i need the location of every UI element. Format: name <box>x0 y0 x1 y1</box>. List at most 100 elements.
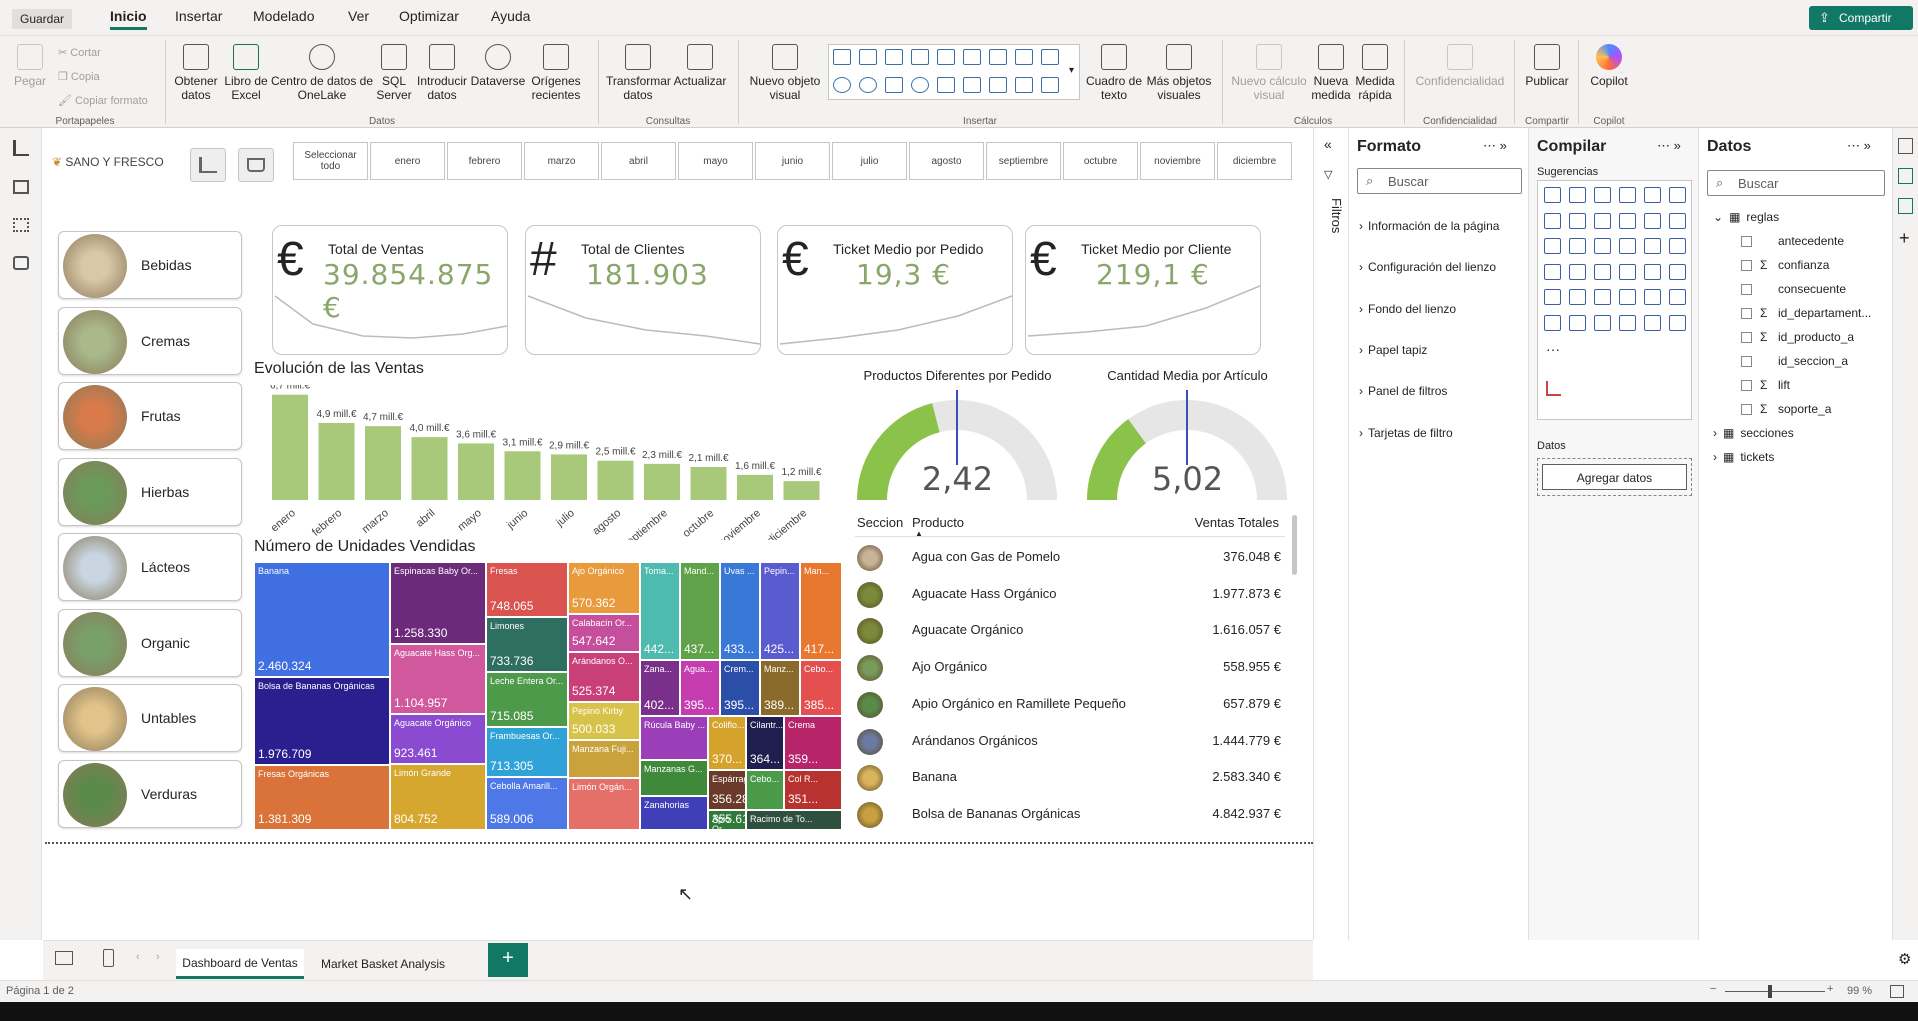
enter-data-button[interactable]: Introducir datos <box>414 44 470 102</box>
menu-optimizar[interactable]: Optimizar <box>399 8 459 24</box>
table-row[interactable]: Banana 2.583.340 € <box>855 760 1283 796</box>
column-icon[interactable] <box>1569 187 1586 203</box>
col-header-section[interactable]: Seccion <box>857 515 903 530</box>
get-visual-icon[interactable] <box>1546 381 1561 396</box>
field-row[interactable]: Σconfianza <box>1741 258 1829 272</box>
sales-bar[interactable] <box>504 451 541 500</box>
slicer-icon[interactable] <box>1544 289 1561 305</box>
treemap-tile[interactable]: Apio Or...355.610 <box>708 810 746 830</box>
zoom-slider[interactable] <box>1725 991 1825 992</box>
chart-nav-button[interactable] <box>190 148 226 182</box>
treemap-tile[interactable]: Banana 2.460.324 <box>254 562 390 677</box>
field-row[interactable]: Σsoporte_a <box>1741 402 1831 416</box>
sales-bar[interactable] <box>365 426 401 500</box>
waterfall-icon[interactable] <box>1644 212 1661 229</box>
clustered-column-icon[interactable] <box>1619 187 1636 203</box>
checkbox[interactable] <box>1741 404 1752 416</box>
copy-button[interactable]: ❐ Copia <box>58 65 148 89</box>
share-button[interactable]: ⇪ Compartir <box>1809 6 1913 30</box>
sales-bar[interactable] <box>737 474 773 500</box>
table-view-icon[interactable] <box>13 180 29 194</box>
next-page-icon[interactable]: › <box>156 951 160 963</box>
treemap-tile[interactable]: Fresas Orgánicas 1.381.309 <box>254 765 390 830</box>
category-button[interactable]: Untables <box>58 684 242 752</box>
menu-ver[interactable]: Ver <box>348 8 369 24</box>
checkbox[interactable] <box>1741 260 1752 272</box>
card-icon[interactable] <box>1619 263 1636 280</box>
sales-bar[interactable] <box>597 460 634 500</box>
format-painter-button[interactable]: 🖌 Copiar formato <box>58 89 148 113</box>
checkbox[interactable] <box>1741 308 1752 320</box>
pie-icon[interactable] <box>1569 238 1586 254</box>
paginated-icon[interactable] <box>1619 314 1636 331</box>
month-button[interactable]: febrero <box>447 142 522 180</box>
checkbox[interactable] <box>1741 332 1752 344</box>
format-section[interactable]: › Fondo del lienzo <box>1359 302 1456 316</box>
key-influencers-icon[interactable] <box>1669 289 1686 305</box>
format-section[interactable]: › Configuración del lienzo <box>1359 260 1496 274</box>
pie-chart-icon[interactable] <box>833 77 851 93</box>
refresh-button[interactable]: Actualizar <box>672 44 728 88</box>
treemap-tile[interactable]: Ajo Orgánico 570.362 <box>568 562 640 614</box>
treemap-tile[interactable]: Zana... 402... <box>640 660 680 716</box>
menu-insertar[interactable]: Insertar <box>175 8 222 24</box>
gauge-icon[interactable] <box>1594 263 1611 280</box>
category-button[interactable]: Verduras <box>58 759 242 828</box>
qa-icon[interactable] <box>1569 314 1586 331</box>
stacked-bar-icon[interactable] <box>1544 187 1561 203</box>
sales-bar[interactable] <box>644 463 680 500</box>
zoom-slider-thumb[interactable] <box>1768 985 1772 998</box>
sales-bar[interactable] <box>458 443 494 500</box>
treemap-tile[interactable]: Racimo de To... <box>746 810 842 830</box>
multirow-card-icon[interactable] <box>989 77 1007 93</box>
textbox-button[interactable]: Cuadro de texto <box>1084 44 1144 102</box>
treemap-tile[interactable]: Manzanas G... <box>640 760 708 796</box>
table-row[interactable]: Apio Orgánico en Ramillete Pequeño 657.87… <box>855 687 1283 723</box>
units-treemap[interactable]: Banana 2.460.324 Bolsa de Bananas Orgánica… <box>254 562 842 830</box>
table-icon[interactable] <box>1569 289 1586 305</box>
month-button[interactable]: marzo <box>524 142 599 180</box>
treemap-tile[interactable]: Calabacín Or... 547.642 <box>568 614 640 652</box>
treemap-tile[interactable]: Aguacate Orgánico 923.461 <box>390 714 486 764</box>
col-header-sales[interactable]: Ventas Totales <box>1195 515 1279 530</box>
transform-data-button[interactable]: Transformar datos <box>606 44 671 102</box>
sales-bar[interactable] <box>272 394 308 500</box>
filters-pane-collapsed[interactable]: « ▽ Filtros <box>1313 128 1347 940</box>
month-button[interactable]: octubre <box>1063 142 1138 180</box>
treemap-tile[interactable]: Agua... 395... <box>680 660 720 716</box>
model-view-icon[interactable] <box>13 218 29 232</box>
scatter-icon[interactable] <box>1544 238 1561 254</box>
treemap-icon[interactable] <box>885 77 903 93</box>
menu-inicio[interactable]: Inicio <box>110 8 147 30</box>
add-data-button[interactable]: Agregar datos <box>1542 464 1687 490</box>
month-button[interactable]: abril <box>601 142 676 180</box>
checkbox[interactable] <box>1741 380 1752 392</box>
more-options-icon[interactable]: ⋯ » <box>1483 138 1507 154</box>
format-section[interactable]: › Papel tapiz <box>1359 343 1427 357</box>
month-button[interactable]: diciembre <box>1217 142 1292 180</box>
table-scrollbar[interactable] <box>1292 515 1297 575</box>
more-options-icon[interactable]: ⋯ » <box>1847 138 1871 154</box>
line-icon[interactable] <box>1544 212 1561 229</box>
treemap-tile[interactable]: Limón Grande 804.752 <box>390 764 486 830</box>
sales-bar[interactable] <box>783 481 820 500</box>
treemap-tile[interactable]: Bolsa de Bananas Orgánicas 1.976.709 <box>254 677 390 765</box>
table-node[interactable]: › ▦ tickets <box>1713 450 1774 464</box>
data-search-input[interactable]: ⌕ Buscar <box>1707 170 1885 196</box>
field-row[interactable]: antecedente <box>1741 234 1844 248</box>
menu-ayuda[interactable]: Ayuda <box>491 8 530 24</box>
clustered-bar-icon[interactable] <box>1594 187 1611 203</box>
100-column-icon[interactable] <box>1669 187 1686 203</box>
scatter-icon[interactable] <box>1041 77 1059 93</box>
mobile-layout-icon[interactable] <box>103 949 114 967</box>
power-apps-icon[interactable] <box>1644 314 1661 331</box>
treemap-tile[interactable]: Pepin... 425... <box>760 562 800 660</box>
format-section[interactable]: › Tarjetas de filtro <box>1359 426 1453 440</box>
settings-gear-icon[interactable]: ⚙ <box>1898 950 1911 968</box>
zoom-out-icon[interactable]: − <box>1710 983 1716 995</box>
treemap-tile[interactable]: Toma... 442... <box>640 562 680 660</box>
prev-page-icon[interactable]: ‹ <box>136 951 140 963</box>
100-column-icon[interactable] <box>963 49 981 65</box>
field-row[interactable]: Σlift <box>1741 378 1790 392</box>
treemap-tile[interactable]: Pepino Kirby 500.033 <box>568 702 640 740</box>
